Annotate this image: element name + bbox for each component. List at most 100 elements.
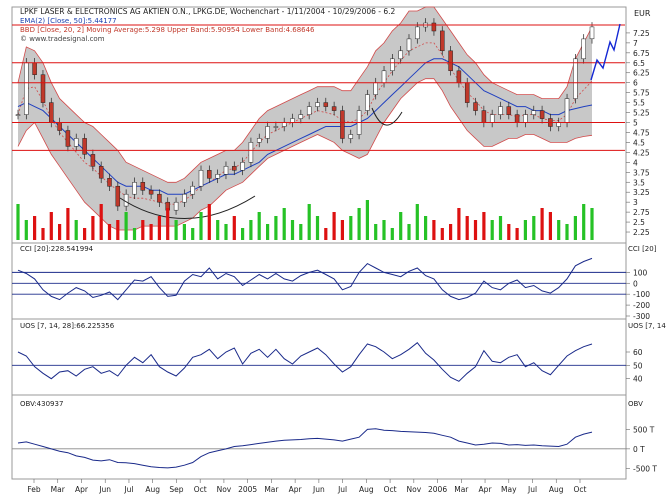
- x-tick-label: Aug: [549, 485, 564, 494]
- candle-body: [57, 122, 62, 131]
- volume-bar: [207, 204, 211, 240]
- candle-body: [173, 201, 179, 211]
- volume-bar: [274, 216, 278, 240]
- candle-body: [456, 70, 462, 83]
- cci-tick-label: 0: [633, 279, 638, 288]
- volume-bar: [199, 212, 203, 240]
- x-tick-label: Apr: [75, 485, 89, 494]
- volume-bar: [440, 228, 444, 240]
- volume-bar: [24, 220, 28, 240]
- price-tick-label: 4.25: [633, 148, 650, 157]
- candle-body: [273, 126, 279, 128]
- volume-bar: [457, 208, 461, 240]
- candle-body: [232, 166, 237, 171]
- candle-body: [256, 138, 262, 143]
- candle-body: [448, 50, 453, 71]
- volume-bar: [224, 224, 228, 240]
- candle-body: [464, 82, 470, 103]
- price-tick-label: 3.25: [633, 188, 650, 197]
- cci-tick-label: -200: [633, 301, 650, 310]
- candle-body: [132, 182, 137, 195]
- volume-bar: [415, 204, 419, 240]
- x-tick-label: Mar: [264, 485, 279, 494]
- volume-bar: [540, 208, 544, 240]
- candle-body: [265, 126, 270, 139]
- price-tick-label: 6.25: [633, 69, 650, 78]
- volume-bar: [191, 228, 195, 240]
- x-tick-label: Aug: [145, 485, 160, 494]
- volume-bar: [432, 220, 436, 240]
- price-tick-label: 6.5: [633, 59, 645, 68]
- obv-tick-label: -500 T: [633, 464, 657, 473]
- currency-label: EUR: [634, 9, 651, 18]
- cci-tick-label: 100: [633, 268, 648, 277]
- candle-body: [514, 114, 520, 123]
- price-tick-label: 5.25: [633, 109, 650, 118]
- volume-bar: [149, 224, 153, 240]
- candle-body: [15, 114, 21, 116]
- candle-body: [589, 26, 595, 40]
- price-tick-label: 3.5: [633, 178, 645, 187]
- candle-body: [531, 110, 537, 115]
- price-tick-label: 3: [633, 198, 638, 207]
- volume-bar: [582, 204, 586, 240]
- x-tick-label: Jun: [98, 485, 111, 494]
- candle-body: [298, 114, 304, 119]
- candle-body: [32, 62, 37, 75]
- candle-body: [440, 30, 445, 52]
- volume-bar: [41, 228, 45, 240]
- candle-body: [190, 185, 195, 195]
- volume-bar: [157, 216, 161, 240]
- candle-body: [331, 106, 337, 111]
- volume-bar: [91, 216, 95, 240]
- volume-bar: [590, 208, 594, 240]
- cci-tick-label: -300: [633, 312, 650, 321]
- candle-body: [406, 38, 412, 52]
- x-tick-label: Jul: [527, 485, 537, 494]
- obv-legend: OBV:430937: [20, 400, 63, 408]
- price-tick-label: 4.5: [633, 138, 645, 147]
- uos-tick-label: 60: [633, 348, 643, 357]
- volume-bar: [340, 220, 344, 240]
- chart-canvas: 7.25 6.75 6.25 5.75 5.25 4.75 4.25 3.75 3.25 2.75…: [0, 0, 666, 499]
- volume-bar: [557, 220, 561, 240]
- x-tick-label: Mar: [51, 485, 66, 494]
- x-tick-label: Oct: [194, 485, 207, 494]
- volume-bar: [249, 220, 253, 240]
- x-tick-label: Aug: [359, 485, 374, 494]
- volume-bar: [407, 224, 411, 240]
- volume-bar: [332, 212, 336, 240]
- uos-tick-label: 50: [633, 361, 643, 370]
- candle-body: [506, 106, 512, 115]
- volume-bar: [241, 228, 245, 240]
- candle-body: [65, 130, 71, 147]
- volume-bar: [490, 220, 494, 240]
- volume-bar: [515, 228, 519, 240]
- candle-body: [140, 182, 146, 191]
- ema-legend: EMA(2) [Close, 50]:5.44177: [20, 17, 117, 25]
- price-tick-label: 2.75: [633, 208, 650, 217]
- candle-body: [481, 110, 487, 123]
- candle-body: [498, 106, 503, 115]
- volume-bar: [216, 220, 220, 240]
- candle-body: [564, 98, 570, 123]
- candle-body: [398, 50, 403, 60]
- volume-bar: [548, 212, 552, 240]
- cci-tick-label: -100: [633, 290, 650, 299]
- cci-axis-title: CCI [20]: [628, 245, 657, 253]
- x-tick-label: Feb: [27, 485, 41, 494]
- volume-bar: [315, 216, 320, 240]
- x-tick-label: Oct: [574, 485, 587, 494]
- volume-bar: [498, 216, 503, 240]
- volume-bar: [99, 204, 103, 240]
- volume-bar: [565, 224, 569, 240]
- volume-bar: [282, 208, 286, 240]
- candle-body: [40, 74, 46, 103]
- uos-tick-label: 40: [633, 375, 643, 384]
- volume-bar: [307, 204, 311, 240]
- candle-body: [215, 174, 220, 179]
- candle-body: [223, 166, 229, 175]
- volume-bar: [232, 216, 236, 240]
- bbd-legend: BBD [Close, 20, 2] Moving Average:5.298 …: [20, 26, 315, 34]
- x-tick-label: 2005: [238, 485, 257, 494]
